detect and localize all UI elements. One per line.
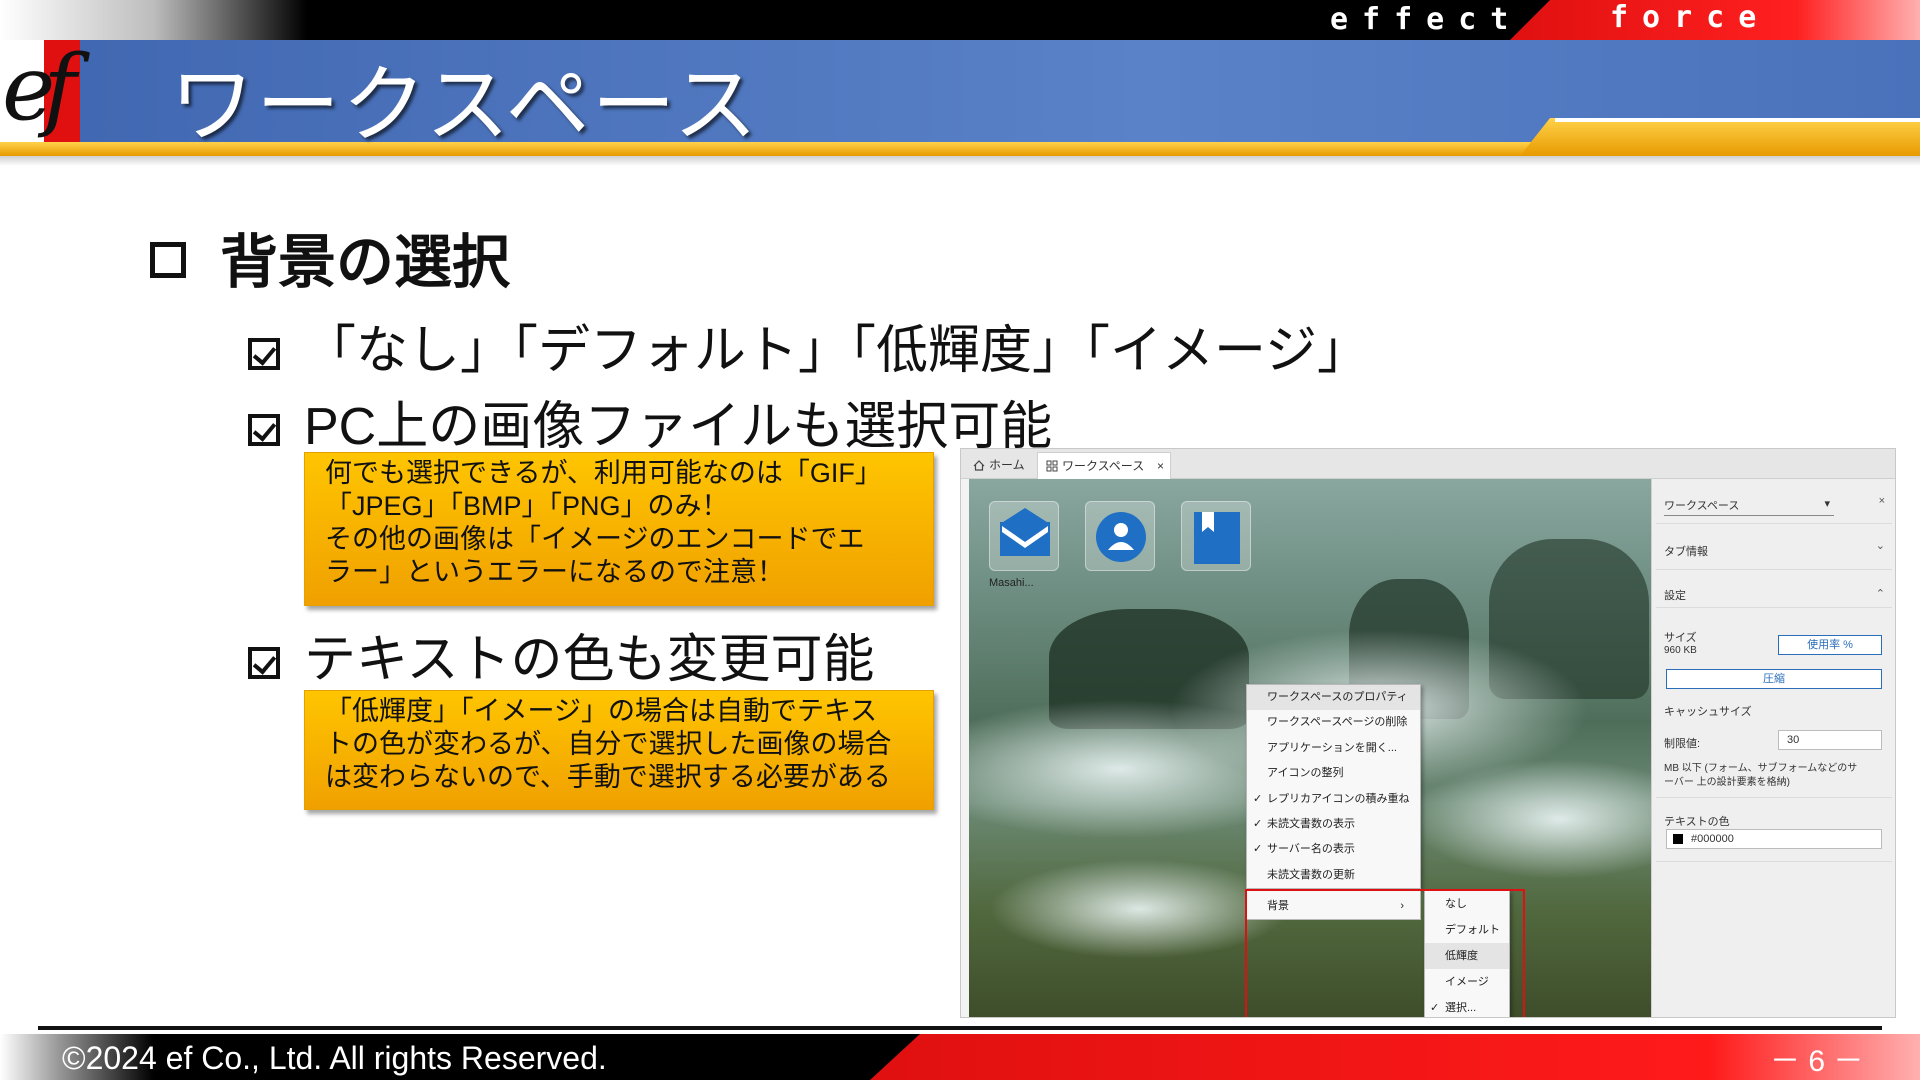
menu-item-label: レプリカアイコンの積み重ね bbox=[1267, 792, 1410, 805]
note-line: 「低輝度」「イメージ」の場合は自動でテキス bbox=[325, 696, 878, 726]
size-value: 960 KB bbox=[1664, 645, 1697, 656]
tab-workspace[interactable]: ワークスペース × bbox=[1037, 452, 1171, 479]
divider bbox=[1656, 607, 1892, 608]
chevron-down-icon[interactable]: ⌄ bbox=[1876, 539, 1885, 552]
note-text-color: 「低輝度」「イメージ」の場合は自動でテキス トの色が変わるが、自分で選択した画像… bbox=[304, 690, 934, 810]
dropdown-arrow-icon: ▾ bbox=[1824, 498, 1830, 510]
panel-selector-label: ワークスペース bbox=[1664, 500, 1740, 512]
bookmark-app-icon[interactable] bbox=[1181, 501, 1251, 571]
slide: effect force ef ワークスペース 背景の選択 「なし」「デフォルト… bbox=[0, 0, 1920, 1080]
bullet-text: PC上の画像ファイルも選択可能 bbox=[304, 398, 1053, 456]
panel-selector[interactable]: ワークスペース ▾ bbox=[1664, 497, 1834, 516]
context-menu-item[interactable]: アプリケーションを開く... bbox=[1247, 736, 1420, 761]
user-icon bbox=[1096, 512, 1146, 562]
menu-item-label: アプリケーションを開く... bbox=[1267, 741, 1397, 754]
chevron-up-icon[interactable]: ⌃ bbox=[1876, 587, 1885, 600]
tab-workspace-label: ワークスペース bbox=[1062, 459, 1145, 473]
section-heading: 背景の選択 bbox=[150, 215, 510, 299]
context-menu-item[interactable]: 未読文書数の更新 bbox=[1247, 863, 1420, 888]
grid-icon bbox=[1046, 460, 1058, 472]
check-icon: ✓ bbox=[1253, 843, 1263, 856]
mail-icon bbox=[1000, 508, 1050, 556]
bookmark-icon bbox=[1194, 512, 1240, 564]
compress-button[interactable]: 圧縮 bbox=[1666, 669, 1882, 689]
workspace-background-image: Masahi... ワークスペースのプロパティ ワークスペースページの削除 アプリケ… bbox=[969, 479, 1657, 1017]
bullet-text: テキストの色も変更可能 bbox=[304, 631, 875, 689]
context-menu: ワークスペースのプロパティ ワークスペースページの削除 アプリケーションを開く...… bbox=[1246, 684, 1421, 889]
check-icon: ✓ bbox=[1253, 817, 1263, 830]
brand-effect-text: effect bbox=[1330, 2, 1523, 37]
check-icon: ✓ bbox=[1253, 792, 1263, 805]
note-line: は変わらないので、手動で選択する必要がある bbox=[325, 762, 891, 792]
context-menu-item[interactable]: ✓ サーバー名の表示 bbox=[1247, 837, 1420, 862]
tab-bar: ホーム ワークスペース × bbox=[961, 449, 1895, 479]
bullet-background-options: 「なし」「デフォルト」「低輝度」「イメージ」 bbox=[248, 308, 1369, 383]
menu-item-label: ワークスペースページの削除 bbox=[1267, 716, 1408, 729]
square-bullet-icon bbox=[150, 242, 186, 278]
note-line: ラー」というエラーになるので注意！ bbox=[325, 557, 784, 587]
note-line: その他の画像は「イメージのエンコードでエ bbox=[325, 524, 865, 554]
copyright: ©2024 ef Co., Ltd. All rights Reserved. bbox=[62, 1040, 607, 1076]
note-image-formats: 何でも選択できるが、利用可能なのは「GIF」 「JPEG」「BMP」「PNG」の… bbox=[304, 452, 934, 606]
text-color-label: テキストの色 bbox=[1664, 816, 1730, 828]
divider bbox=[1656, 861, 1892, 862]
footer-red-wedge bbox=[870, 1034, 1920, 1080]
cache-size-label: キャッシュサイズ bbox=[1664, 706, 1752, 718]
note-line: 「JPEG」「BMP」「PNG」のみ！ bbox=[325, 491, 729, 521]
gold-step-accent bbox=[1520, 118, 1920, 156]
menu-item-label: 未読文書数の更新 bbox=[1267, 868, 1355, 881]
page-title: ワークスペース bbox=[170, 58, 760, 152]
usage-button[interactable]: 使用率 % bbox=[1778, 635, 1882, 655]
context-menu-item[interactable]: ワークスペースページの削除 bbox=[1247, 710, 1420, 735]
tab-info-section[interactable]: タブ情報 bbox=[1664, 543, 1708, 559]
bullet-text-color: テキストの色も変更可能 bbox=[248, 617, 874, 692]
text-color-value: #000000 bbox=[1691, 833, 1734, 845]
divider bbox=[1656, 797, 1892, 798]
home-icon bbox=[973, 460, 985, 471]
note-line: 何でも選択できるが、利用可能なのは「GIF」 bbox=[325, 458, 882, 488]
menu-item-label: ワークスペースのプロパティ bbox=[1267, 691, 1408, 703]
limit-note: MB 以下 (フォーム、サブフォームなどのサ bbox=[1664, 763, 1858, 774]
checkbox-icon bbox=[248, 338, 280, 370]
menu-item-label: サーバー名の表示 bbox=[1267, 843, 1355, 856]
context-menu-item[interactable]: アイコンの整列 bbox=[1247, 761, 1420, 786]
settings-section[interactable]: 設定 bbox=[1664, 587, 1686, 603]
fog-cloud bbox=[989, 859, 1289, 959]
mail-app-icon[interactable] bbox=[989, 501, 1059, 571]
properties-panel: ワークスペース ▾ × タブ情報 ⌄ 設定 ⌃ サイズ 960 KB 使用率 % … bbox=[1651, 479, 1895, 1017]
app-label: Masahi... bbox=[989, 577, 1034, 589]
tab-home[interactable]: ホーム bbox=[965, 452, 1035, 479]
menu-item-label: 未読文書数の表示 bbox=[1267, 817, 1355, 830]
page-number: － 6 － bbox=[1770, 1045, 1864, 1078]
footer-line bbox=[38, 1026, 1882, 1030]
menu-item-label: アイコンの整列 bbox=[1267, 767, 1344, 780]
checkbox-icon bbox=[248, 647, 280, 679]
logo-text: ef bbox=[2, 36, 76, 141]
bullet-text: 「なし」「デフォルト」「低輝度」「イメージ」 bbox=[304, 322, 1369, 380]
checkbox-icon bbox=[248, 414, 280, 446]
note-line: トの色が変わるが、自分で選択した画像の場合 bbox=[325, 729, 892, 759]
limit-note: ーバー 上の設計要素を格納) bbox=[1664, 777, 1791, 788]
context-menu-item[interactable]: ワークスペースのプロパティ bbox=[1247, 685, 1420, 711]
limit-label: 制限値: bbox=[1664, 738, 1701, 750]
limit-input[interactable]: 30 bbox=[1778, 730, 1882, 750]
context-menu-item[interactable]: ✓ レプリカアイコンの積み重ね bbox=[1247, 787, 1420, 812]
divider bbox=[1656, 523, 1892, 524]
workspace-screenshot: ホーム ワークスペース × Masahi... ワークスペースのプロパティ ワー… bbox=[960, 448, 1896, 1018]
gold-step-line bbox=[1555, 118, 1920, 122]
text-color-input[interactable]: #000000 bbox=[1666, 829, 1882, 849]
brand-force-text: force bbox=[1610, 0, 1771, 35]
color-swatch bbox=[1673, 834, 1683, 844]
section-heading-text: 背景の選択 bbox=[220, 230, 511, 295]
highlight-frame bbox=[1245, 889, 1525, 1017]
bullet-pc-image: PC上の画像ファイルも選択可能 bbox=[248, 384, 1052, 459]
close-tab-icon[interactable]: × bbox=[1157, 453, 1164, 480]
context-menu-item[interactable]: ✓ 未読文書数の表示 bbox=[1247, 812, 1420, 837]
panel-close-icon[interactable]: × bbox=[1879, 495, 1885, 507]
tab-home-label: ホーム bbox=[989, 458, 1025, 472]
divider bbox=[1656, 569, 1892, 570]
size-label: サイズ bbox=[1664, 632, 1697, 644]
user-app-icon[interactable] bbox=[1085, 501, 1155, 571]
